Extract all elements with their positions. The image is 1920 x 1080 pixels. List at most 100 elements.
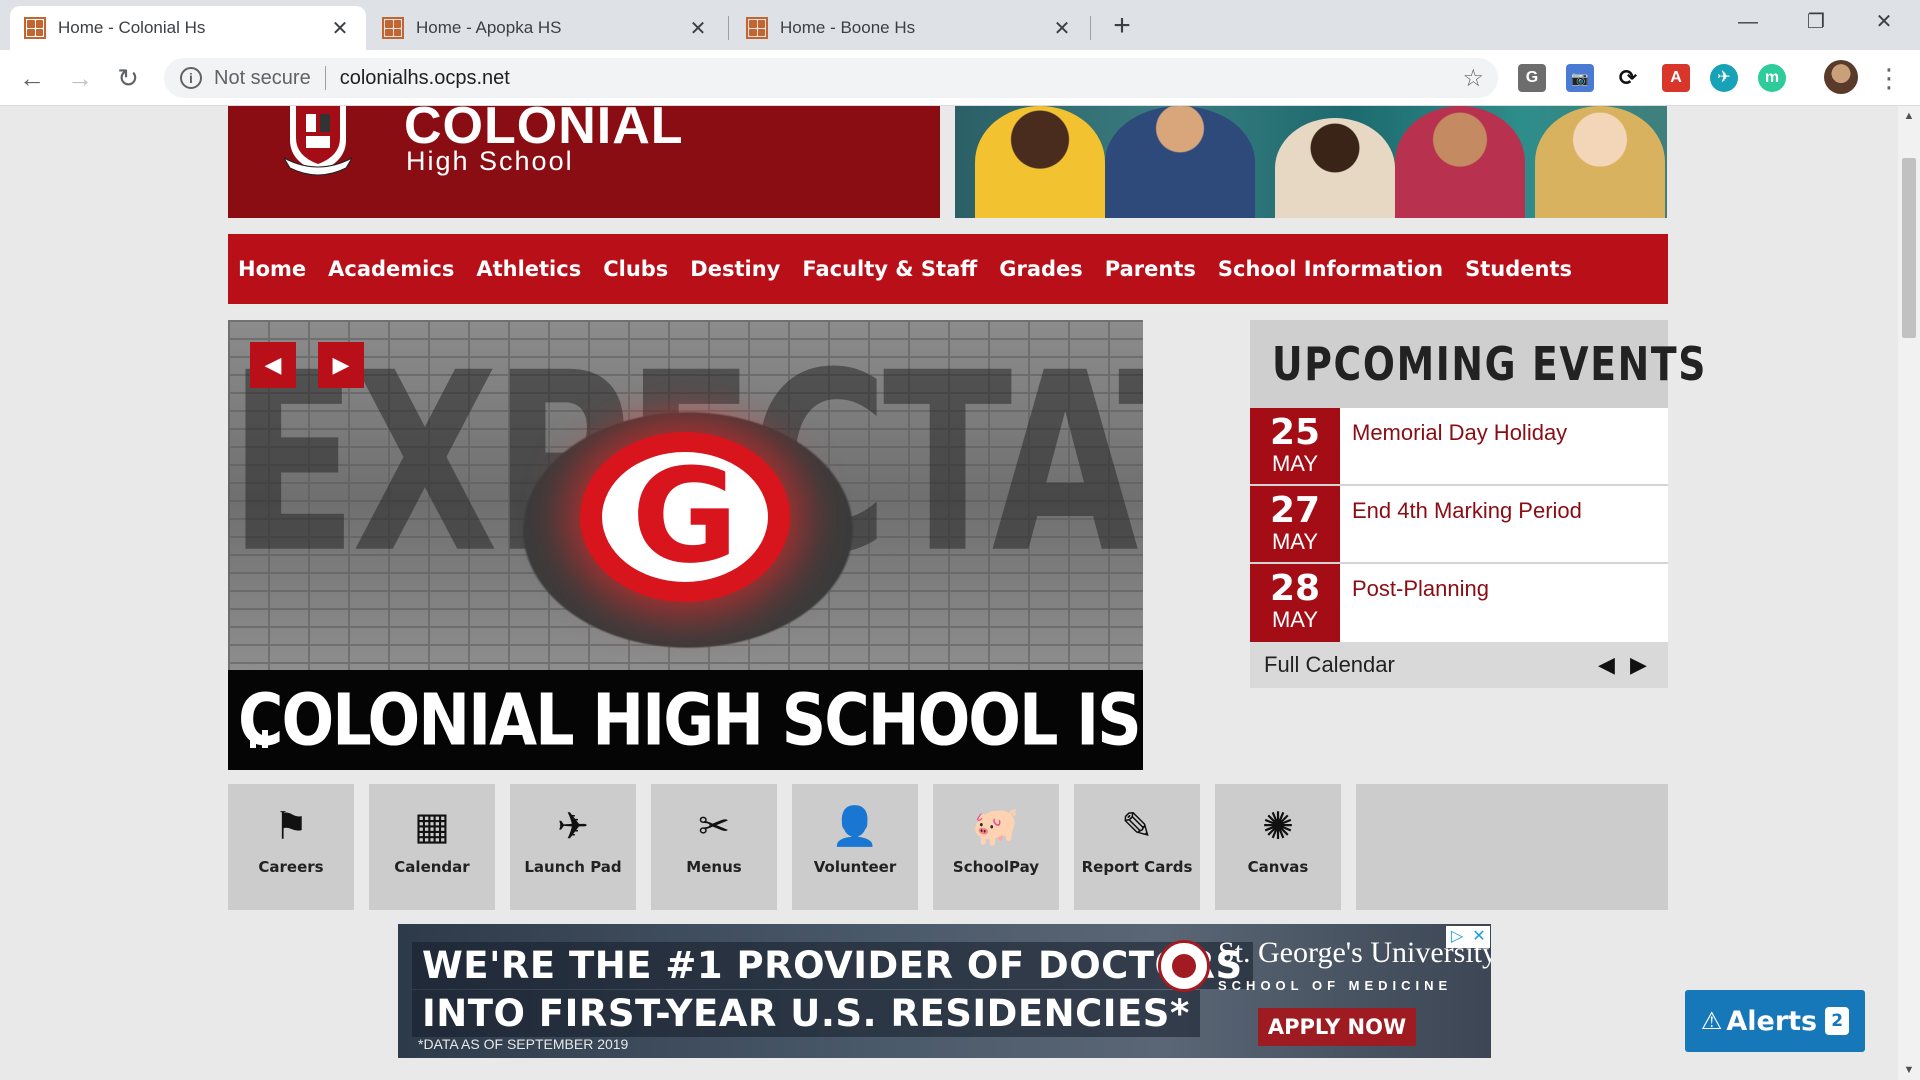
full-calendar-link[interactable]: Full Calendar: [1264, 652, 1395, 678]
alerts-count-badge: 2: [1825, 1007, 1850, 1035]
main-navigation: Home Academics Athletics Clubs Destiny F…: [228, 234, 1668, 304]
warning-icon: ⚠: [1700, 1007, 1723, 1035]
school-banner[interactable]: COLONIAL High School: [228, 106, 940, 218]
event-title[interactable]: End 4th Marking Period: [1340, 486, 1582, 562]
alerts-button[interactable]: ⚠ Alerts 2: [1685, 990, 1865, 1052]
camera-extension-icon[interactable]: 📷: [1566, 64, 1594, 92]
close-tab-icon[interactable]: ✕: [1050, 16, 1074, 41]
advertisement-banner[interactable]: WE'RE THE #1 PROVIDER OF DOCTORS INTO FI…: [398, 924, 1491, 1058]
tab-title: Home - Colonial Hs: [58, 18, 206, 37]
apply-now-button[interactable]: APPLY NOW: [1258, 1008, 1416, 1046]
slider-next-button[interactable]: ▶: [318, 342, 364, 388]
event-title[interactable]: Post-Planning: [1340, 564, 1489, 642]
quicklink-label: Report Cards: [1081, 858, 1193, 876]
close-window-button[interactable]: ✕: [1854, 6, 1914, 38]
events-prev-icon[interactable]: ◀: [1598, 652, 1615, 678]
quicklink-menus[interactable]: ✂ Menus: [651, 784, 777, 910]
events-title: UPCOMING EVENTS: [1272, 337, 1708, 391]
nav-grades[interactable]: Grades: [999, 257, 1083, 281]
tab-divider: [728, 16, 729, 40]
forward-button[interactable]: →: [64, 62, 96, 94]
address-bar[interactable]: i Not secure colonialhs.ocps.net ☆: [164, 58, 1498, 98]
quicklink-calendar[interactable]: ▦ Calendar: [369, 784, 495, 910]
school-subtitle: High School: [406, 146, 574, 176]
info-icon[interactable]: i: [180, 67, 202, 89]
g-logo-icon: G: [580, 432, 790, 602]
quicklink-canvas[interactable]: ✺ Canvas: [1215, 784, 1341, 910]
event-item[interactable]: 25 MAY Memorial Day Holiday: [1250, 408, 1668, 486]
slider-prev-button[interactable]: ◀: [250, 342, 296, 388]
nav-destiny[interactable]: Destiny: [690, 257, 780, 281]
events-footer: Full Calendar ◀ ▶: [1250, 642, 1668, 688]
slide-caption: COLONIAL HIGH SCHOOL IS A B SCHOOL!: [238, 678, 1143, 762]
pause-icon[interactable]: [246, 722, 274, 752]
reload-button[interactable]: ↻: [112, 62, 144, 94]
quicklink-schoolpay[interactable]: 🐖 SchoolPay: [933, 784, 1059, 910]
profile-avatar[interactable]: [1824, 60, 1858, 94]
event-item[interactable]: 27 MAY End 4th Marking Period: [1250, 486, 1668, 564]
school-favicon-icon: [24, 17, 46, 39]
quicklink-label: Launch Pad: [524, 858, 622, 876]
close-tab-icon[interactable]: ✕: [328, 16, 352, 41]
ad-headline-1: WE'RE THE #1 PROVIDER OF DOCTORS: [412, 942, 1253, 989]
event-day: 27: [1269, 490, 1321, 531]
tab-divider: [1090, 16, 1091, 40]
quick-links: ⚑ Careers ▦ Calendar ✈ Launch Pad ✂ Menu…: [228, 784, 1668, 910]
close-tab-icon[interactable]: ✕: [686, 16, 710, 41]
tab-colonial[interactable]: Home - Colonial Hs ✕: [10, 6, 366, 50]
event-item[interactable]: 28 MAY Post-Planning: [1250, 564, 1668, 642]
scroll-down-icon[interactable]: ▼: [1898, 1064, 1920, 1076]
quicklink-report-cards[interactable]: ✎ Report Cards: [1074, 784, 1200, 910]
school-favicon-icon: [746, 17, 768, 39]
slide-caption-bar: COLONIAL HIGH SCHOOL IS A B SCHOOL!: [228, 670, 1143, 770]
calendar-icon: ▦: [414, 806, 450, 848]
ad-close-icon[interactable]: ✕: [1468, 926, 1490, 948]
event-date: 27 MAY: [1250, 486, 1340, 562]
tab-boone[interactable]: Home - Boone Hs ✕: [732, 6, 1088, 50]
minimize-button[interactable]: —: [1718, 6, 1778, 38]
mote-extension-icon[interactable]: m: [1758, 64, 1786, 92]
nav-home[interactable]: Home: [238, 257, 306, 281]
upcoming-events: UPCOMING EVENTS 25 MAY Memorial Day Holi…: [1250, 320, 1705, 688]
school-crest-icon: [284, 106, 352, 176]
nav-school-information[interactable]: School Information: [1218, 257, 1443, 281]
nav-students[interactable]: Students: [1465, 257, 1572, 281]
nav-clubs[interactable]: Clubs: [603, 257, 668, 281]
new-tab-button[interactable]: +: [1106, 10, 1138, 42]
quicklink-careers[interactable]: ⚑ Careers: [228, 784, 354, 910]
ad-brand-sub: SCHOOL OF MEDICINE: [1218, 978, 1453, 993]
utensils-icon: ✂: [698, 806, 730, 848]
share-extension-icon[interactable]: ✈: [1710, 64, 1738, 92]
alerts-label: Alerts: [1726, 1005, 1818, 1037]
event-title[interactable]: Memorial Day Holiday: [1340, 408, 1567, 484]
grammar-extension-icon[interactable]: G: [1518, 64, 1546, 92]
university-seal-icon: [1158, 940, 1210, 992]
restore-button[interactable]: ❐: [1786, 6, 1846, 38]
launch-pad-icon: ✈: [557, 806, 589, 848]
event-month: MAY: [1271, 451, 1319, 476]
ad-headline-2: INTO FIRST-YEAR U.S. RESIDENCIES*: [412, 990, 1200, 1037]
browser-menu-icon[interactable]: ⋮: [1876, 62, 1902, 94]
nav-faculty-staff[interactable]: Faculty & Staff: [802, 257, 977, 281]
url-text[interactable]: colonialhs.ocps.net: [340, 67, 510, 90]
back-button[interactable]: ←: [16, 62, 48, 94]
nav-athletics[interactable]: Athletics: [476, 257, 581, 281]
flag-icon: ⚑: [273, 806, 309, 848]
hero-slider[interactable]: EXPECTATIONS G ◀ ▶ COLONIAL HIGH SCHOOL …: [228, 320, 1143, 770]
page-scrollbar[interactable]: ▲ ▼: [1898, 106, 1920, 1080]
ad-footnote: *DATA AS OF SEPTEMBER 2019: [418, 1036, 629, 1052]
quicklink-volunteer[interactable]: 👤 Volunteer: [792, 784, 918, 910]
quicklink-launch-pad[interactable]: ✈ Launch Pad: [510, 784, 636, 910]
nav-parents[interactable]: Parents: [1105, 257, 1196, 281]
scroll-up-icon[interactable]: ▲: [1898, 110, 1920, 122]
events-next-icon[interactable]: ▶: [1630, 652, 1647, 678]
ad-choices-icon[interactable]: ▷: [1446, 926, 1468, 948]
scrollbar-thumb[interactable]: [1902, 158, 1916, 338]
nav-academics[interactable]: Academics: [328, 257, 454, 281]
tab-apopka[interactable]: Home - Apopka HS ✕: [368, 6, 724, 50]
bookmark-star-icon[interactable]: ☆: [1462, 64, 1484, 93]
ad-brand: St. George's University SCHOOL OF MEDICI…: [1158, 936, 1491, 1000]
sync-extension-icon[interactable]: ⟳: [1614, 64, 1642, 92]
banner-students-photo: [955, 106, 1667, 218]
pdf-extension-icon[interactable]: A: [1662, 64, 1690, 92]
